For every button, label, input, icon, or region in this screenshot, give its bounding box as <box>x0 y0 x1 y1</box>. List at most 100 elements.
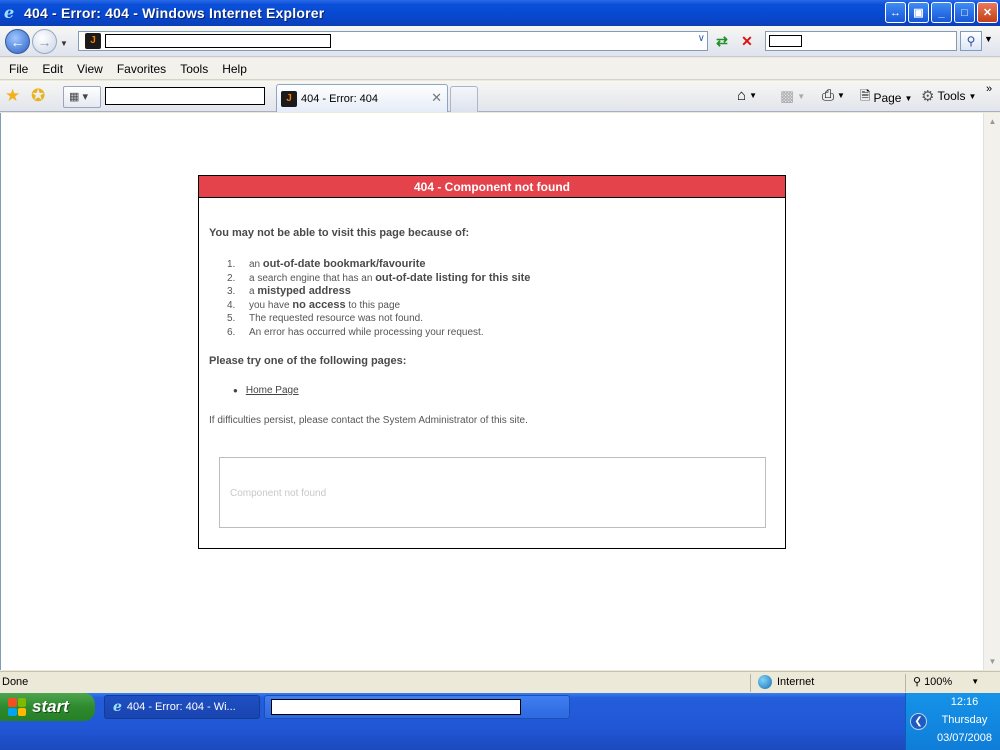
error-message-text: Component not found <box>230 488 327 499</box>
error-header: 404 - Component not found <box>199 176 785 198</box>
clock-date: 03/07/2008 <box>936 732 993 744</box>
page-icon: 🗎 <box>860 88 871 103</box>
forward-button[interactable]: → <box>32 29 57 54</box>
title-bar: e 404 - Error: 404 - Windows Internet Ex… <box>0 0 1000 26</box>
reason-prefix: a search engine that has an <box>249 272 376 284</box>
scroll-up-icon[interactable]: ▲ <box>984 113 1000 130</box>
home-page-link[interactable]: Home Page <box>246 385 299 396</box>
home-button[interactable]: ⌂ ▼ <box>737 87 757 104</box>
toolbar-chevron-icon[interactable]: » <box>986 83 992 95</box>
taskbar: start e 404 - Error: 404 - Wi... ❮ 12:16… <box>0 693 1000 750</box>
url-field[interactable] <box>105 34 331 48</box>
reason-number: 6. <box>227 326 236 338</box>
flip-icon[interactable]: ↔ <box>885 2 906 23</box>
home-dropdown-icon[interactable]: ▼ <box>749 91 757 100</box>
search-input[interactable] <box>765 31 957 51</box>
favorites-star-icon[interactable]: ★ <box>5 86 20 106</box>
clock-day: Thursday <box>941 714 988 726</box>
menu-tools[interactable]: Tools <box>173 62 215 76</box>
reason-text: you have no access to this page <box>249 299 400 313</box>
reason-suffix: to this page <box>345 299 401 311</box>
taskbar-item-2[interactable] <box>264 695 570 719</box>
add-favorite-icon[interactable]: ✪ <box>31 86 45 106</box>
reasons-title: You may not be able to visit this page b… <box>209 227 470 239</box>
reason-item: 1. an out-of-date bookmark/favourite <box>227 258 775 272</box>
page-dropdown-icon: ▼ <box>904 93 913 103</box>
menu-help[interactable]: Help <box>215 62 254 76</box>
reason-number: 1. <box>227 259 236 270</box>
minimize-button[interactable]: _ <box>931 2 952 23</box>
refresh-icon[interactable]: ⇄ <box>710 31 734 51</box>
status-divider <box>750 674 751 692</box>
search-icon[interactable]: ⚲ <box>960 31 982 51</box>
scroll-down-icon[interactable]: ▼ <box>984 653 1000 670</box>
error-body: You may not be able to visit this page b… <box>199 227 785 426</box>
quick-tabs-button[interactable]: ▦ ▾ <box>63 86 101 108</box>
print-button[interactable]: ⎙ ▼ <box>822 87 845 104</box>
list-item: Home Page <box>233 385 775 396</box>
stop-icon[interactable]: ✕ <box>736 31 758 51</box>
address-bar[interactable]: J ∨ <box>78 31 708 51</box>
zoom-magnifier-icon: ⚲ <box>913 676 922 688</box>
reason-item: 4. you have no access to this page <box>227 299 775 313</box>
reason-number: 3. <box>227 286 236 297</box>
reason-text: a search engine that has an out-of-date … <box>249 272 530 286</box>
taskbar-item-ie[interactable]: e 404 - Error: 404 - Wi... <box>104 695 260 719</box>
home-icon: ⌂ <box>737 87 747 104</box>
maximize-button[interactable]: □ <box>954 2 975 23</box>
rss-feed-icon: ▩ <box>780 88 795 105</box>
tab-favicon-icon: J <box>281 91 297 107</box>
page-menu-label: Page <box>873 91 902 105</box>
reason-prefix: The requested resource was not found. <box>249 313 423 324</box>
tab-404-error[interactable]: J 404 - Error: 404 ✕ <box>276 84 448 112</box>
zoom-control[interactable]: ⚲ 100% ▼ <box>913 675 979 689</box>
system-tray: ❮ 12:16 Thursday 03/07/2008 <box>905 693 1000 750</box>
menu-file[interactable]: File <box>2 62 35 76</box>
menu-favorites[interactable]: Favorites <box>110 62 173 76</box>
reason-text: The requested resource was not found. <box>249 312 423 326</box>
start-label: start <box>32 697 69 716</box>
security-zone[interactable]: Internet <box>758 675 814 689</box>
search-field[interactable] <box>769 35 802 47</box>
feeds-button[interactable]: ▩ ▼ <box>780 87 805 105</box>
menu-edit[interactable]: Edit <box>35 62 70 76</box>
status-text: Done <box>2 676 29 688</box>
tools-menu-label: Tools <box>937 89 966 103</box>
tab-list-field[interactable] <box>105 87 265 105</box>
reason-text: An error has occurred while processing y… <box>249 326 484 340</box>
new-tab-button[interactable] <box>450 86 478 112</box>
reason-prefix: an <box>249 259 263 270</box>
restore-window-icon[interactable]: ▣ <box>908 2 929 23</box>
start-button[interactable]: start <box>0 693 95 721</box>
reason-item: 2. a search engine that has an out-of-dat… <box>227 272 775 286</box>
menu-bar: File Edit View Favorites Tools Help <box>0 58 1000 80</box>
page-menu-button[interactable]: 🗎 Page ▼ <box>860 87 912 109</box>
zoom-dropdown-icon[interactable]: ▼ <box>971 677 979 686</box>
try-pages-title: Please try one of the following pages: <box>209 355 407 367</box>
reason-emphasis: out-of-date bookmark/favourite <box>262 258 426 270</box>
vertical-scrollbar[interactable]: ▲ ▼ <box>983 113 1000 670</box>
feeds-dropdown-icon[interactable]: ▼ <box>797 92 805 101</box>
tools-menu-button[interactable]: ⚙ Tools ▼ <box>921 87 976 105</box>
address-dropdown-icon[interactable]: ∨ <box>698 33 705 44</box>
reason-number: 4. <box>227 299 236 311</box>
back-button[interactable]: ← <box>5 29 30 54</box>
status-divider <box>905 674 906 692</box>
reason-number: 5. <box>227 313 236 324</box>
print-dropdown-icon[interactable]: ▼ <box>837 91 845 100</box>
tab-label: 404 - Error: 404 <box>301 93 379 105</box>
suggested-pages-list: Home Page <box>209 385 775 396</box>
clock-time: 12:16 <box>950 696 979 708</box>
window-controls: ↔ ▣ _ □ ✕ <box>885 2 998 23</box>
menu-view[interactable]: View <box>70 62 110 76</box>
window-title: 404 - Error: 404 - Windows Internet Expl… <box>24 5 325 21</box>
reasons-list: 1. an out-of-date bookmark/favourite 2. a s… <box>209 258 775 339</box>
show-hidden-icons-icon[interactable]: ❮ <box>910 713 927 730</box>
close-button[interactable]: ✕ <box>977 2 998 23</box>
tab-bar: ★ ✪ ▦ ▾ J 404 - Error: 404 ✕ ⌂ ▼ ▩ ▼ ⎙ ▼ 🗎 P… <box>0 81 1000 112</box>
search-options-dropdown-icon[interactable]: ▼ <box>984 34 993 44</box>
tab-close-icon[interactable]: ✕ <box>431 90 442 106</box>
recent-pages-dropdown-icon[interactable]: ▼ <box>60 39 68 48</box>
reason-prefix: you have <box>249 299 293 311</box>
reason-emphasis: mistyped address <box>257 285 351 297</box>
